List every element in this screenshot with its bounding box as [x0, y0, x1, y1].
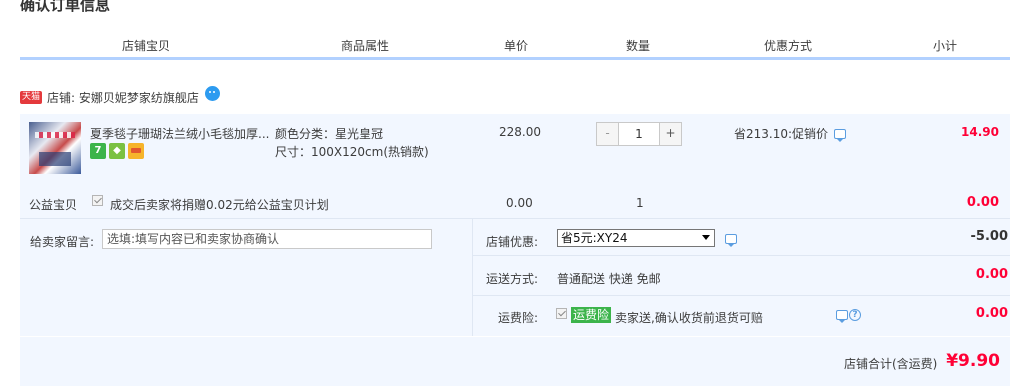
column-header-attributes: 商品属性	[341, 39, 390, 53]
item-attr-size: 尺寸：100X120cm(热销款)	[275, 145, 429, 159]
insurance-label: 运费险:	[498, 311, 539, 325]
column-header-discount: 优惠方式	[764, 39, 813, 53]
column-header-unit-price: 单价	[504, 39, 529, 53]
promotion-text: 省213.10:促销价	[734, 127, 829, 141]
charity-quantity: 1	[636, 196, 644, 210]
tmall-badge: 天猫	[20, 90, 43, 104]
shipping-label: 运送方式:	[486, 272, 539, 286]
wangwang-chat-icon[interactable]	[204, 85, 220, 101]
shop-discount-label: 店铺优惠:	[486, 235, 539, 249]
quantity-stepper: - +	[596, 122, 682, 146]
comment-icon[interactable]	[836, 310, 848, 323]
charity-checkbox[interactable]	[92, 195, 103, 206]
shop-discount-select[interactable]: 省5元:XY24	[557, 229, 715, 247]
options-rule	[473, 255, 1010, 256]
charity-label: 公益宝贝	[29, 198, 78, 212]
insurance-badge: 运费险	[571, 307, 612, 323]
charity-text: 成交后卖家将捐赠0.02元给公益宝贝计划	[110, 198, 329, 212]
shop-total-value: ¥9.90	[946, 351, 1000, 371]
comment-icon[interactable]	[834, 128, 847, 142]
promotion-info: 省213.10:促销价	[734, 125, 847, 142]
charity-subtotal: 0.00	[966, 195, 999, 210]
options-divider	[472, 219, 473, 336]
shop-discount-value: -5.00	[970, 229, 1008, 244]
shop-name-link[interactable]: 店铺: 安娜贝妮梦家纺旗舰店	[47, 89, 199, 106]
shield-icon[interactable]: ◆	[109, 143, 125, 159]
insurance-icons: ?	[836, 309, 861, 323]
shop-total-label: 店铺合计(含运费)	[844, 357, 938, 371]
quantity-decrease-button[interactable]: -	[597, 123, 618, 145]
insurance-checkbox[interactable]	[556, 308, 567, 319]
quantity-increase-button[interactable]: +	[660, 123, 681, 145]
quantity-input[interactable]	[618, 123, 660, 145]
column-header-quantity: 数量	[626, 39, 651, 53]
seller-message-label: 给卖家留言:	[30, 235, 95, 249]
service-icons: 7 ◆	[90, 143, 144, 159]
item-subtotal: 14.90	[961, 125, 999, 139]
shop-line: 天猫 店铺: 安娜贝妮梦家纺旗舰店	[20, 85, 220, 106]
shop-discount-selected: 省5元:XY24	[561, 231, 628, 245]
shipping-value: 0.00	[975, 267, 1008, 282]
item-attr-color: 颜色分类：星光皇冠	[275, 127, 384, 141]
seven-day-return-icon[interactable]: 7	[90, 143, 106, 159]
help-icon[interactable]: ?	[849, 309, 861, 321]
shipping-method: 普通配送 快递 免邮	[557, 272, 661, 286]
insurance-text: 卖家送,确认收货前退货可赔	[615, 311, 763, 325]
item-thumbnail[interactable]	[29, 122, 81, 174]
column-header-items: 店铺宝贝	[122, 39, 171, 53]
seller-message-input[interactable]	[102, 229, 432, 249]
chevron-down-icon	[702, 235, 710, 240]
item-title-link[interactable]: 夏季毯子珊瑚法兰绒小毛毯加厚...	[90, 125, 270, 142]
comment-icon[interactable]	[725, 234, 737, 247]
options-rule	[473, 295, 1010, 296]
insurance-value: 0.00	[975, 306, 1008, 321]
credit-card-icon[interactable]	[128, 143, 144, 159]
item-unit-price: 228.00	[499, 125, 541, 139]
column-header-subtotal: 小计	[933, 39, 958, 53]
header-divider	[20, 57, 1010, 60]
charity-price: 0.00	[506, 196, 533, 210]
page-title: 确认订单信息	[20, 0, 111, 14]
